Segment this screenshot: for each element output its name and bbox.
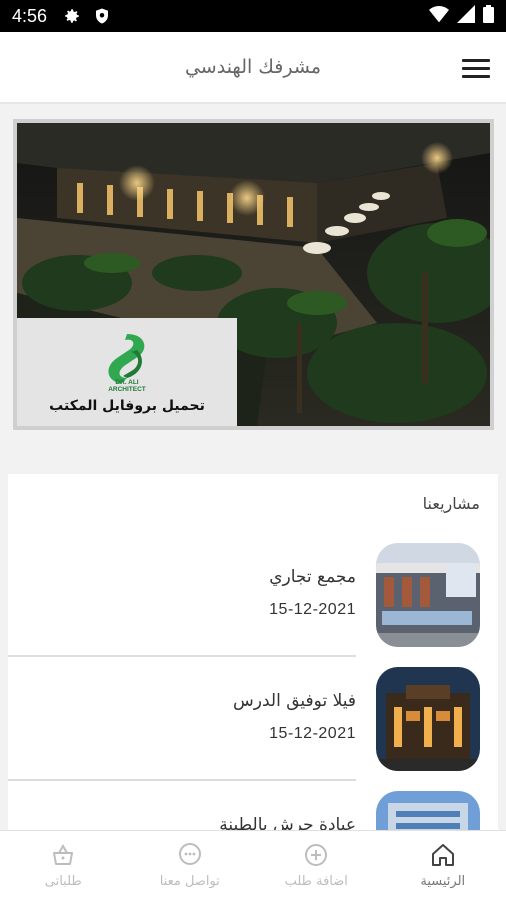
- nav-home-label: الرئيسية: [420, 874, 466, 889]
- download-profile-button[interactable]: DR. ALI ARCHITECT تحميل بروفايل المكتب: [17, 318, 237, 426]
- status-bar: 4:56: [0, 0, 506, 32]
- hamburger-menu-icon[interactable]: [462, 54, 490, 82]
- add-circle-icon: [305, 844, 328, 866]
- svg-text:DR. ALI: DR. ALI: [115, 379, 138, 386]
- download-profile-label: تحميل بروفايل المكتب: [49, 398, 205, 414]
- nav-my-orders[interactable]: طلباتى: [0, 831, 127, 900]
- divider: [8, 779, 356, 781]
- settings-gear-icon: [61, 5, 83, 27]
- nav-home[interactable]: الرئيسية: [380, 831, 506, 900]
- dr-ali-architect-logo: DR. ALI ARCHITECT: [108, 334, 146, 392]
- chat-icon: [178, 843, 201, 865]
- project-thumbnail: [376, 667, 480, 771]
- page-title: مشرفك الهندسي: [184, 56, 322, 78]
- bottom-nav: الرئيسية اضافة طلب تواصل معنا طلباتى: [0, 830, 506, 900]
- banner-image: DR. ALI ARCHITECT تحميل بروفايل المكتب: [17, 123, 490, 426]
- project-date: 15-12-2021: [269, 725, 356, 742]
- list-item-project[interactable]: مجمع تجاري 15-12-2021: [8, 543, 498, 663]
- project-name: مجمع تجاري: [269, 567, 356, 587]
- signal-icon: [457, 4, 475, 28]
- battery-icon: [483, 4, 494, 28]
- projects-section: مشاريعنا مجمع تجاري 15-12-2021 فيلا توفي…: [8, 474, 498, 834]
- nav-contact-label: تواصل معنا: [159, 874, 220, 889]
- shield-icon: [91, 5, 113, 27]
- home-icon: [431, 844, 454, 866]
- app-bar: مشرفك الهندسي: [0, 32, 506, 104]
- banner[interactable]: DR. ALI ARCHITECT تحميل بروفايل المكتب: [13, 119, 494, 430]
- project-thumbnail: [376, 543, 480, 647]
- nav-my-orders-label: طلباتى: [44, 874, 82, 889]
- nav-add-request-label: اضافة طلب: [284, 874, 348, 889]
- svg-text:ARCHITECT: ARCHITECT: [108, 386, 146, 392]
- divider: [8, 655, 356, 657]
- status-time: 4:56: [12, 5, 48, 26]
- nav-add-request[interactable]: اضافة طلب: [253, 831, 380, 900]
- wifi-icon: [429, 5, 449, 28]
- basket-icon: [53, 843, 74, 865]
- list-item-project[interactable]: عيادة جرش بالطينة: [8, 791, 498, 834]
- project-name: فيلا توفيق الدرس: [233, 691, 356, 711]
- nav-contact[interactable]: تواصل معنا: [127, 831, 254, 900]
- project-date: 15-12-2021: [269, 601, 356, 618]
- list-item-project[interactable]: فيلا توفيق الدرس 15-12-2021: [8, 667, 498, 787]
- projects-title: مشاريعنا: [422, 494, 480, 513]
- project-thumbnail: [376, 791, 480, 834]
